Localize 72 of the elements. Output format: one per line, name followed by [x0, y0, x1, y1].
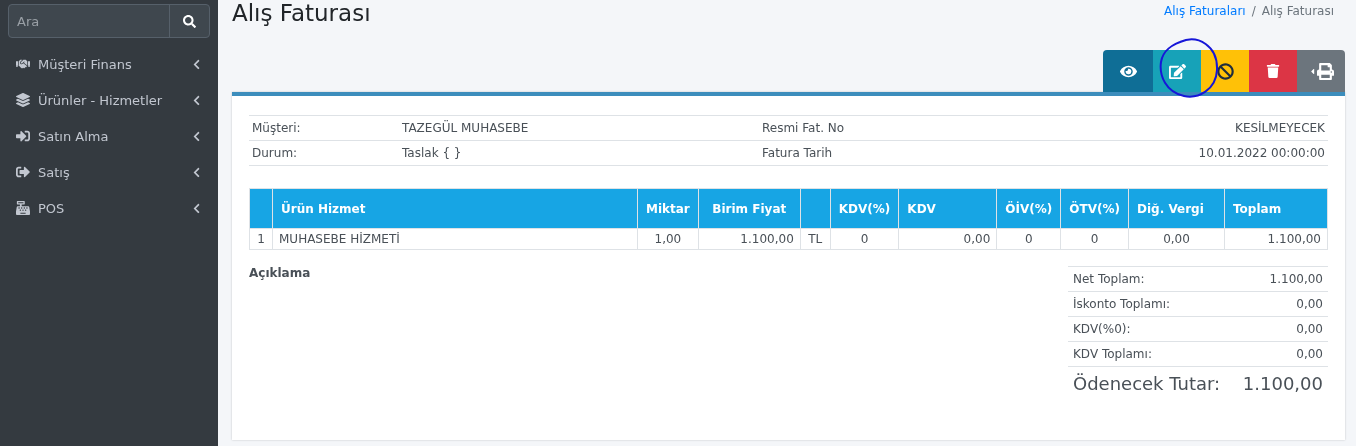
- info-label: Fatura Tarih: [759, 140, 987, 166]
- table-cell: 1,00: [637, 228, 699, 250]
- table-cell: TL: [800, 228, 831, 250]
- info-label: Durum:: [249, 140, 399, 166]
- nav-item[interactable]: Satın Alma: [8, 118, 210, 154]
- total-label: KDV Toplamı:: [1073, 347, 1152, 361]
- total-label: Net Toplam:: [1073, 272, 1145, 286]
- column-header: Ürün Hizmet: [272, 188, 638, 229]
- cancel-button[interactable]: [1201, 50, 1249, 92]
- info-value: KESİLMEYECEK: [986, 115, 1328, 141]
- total-value: 0,00: [1296, 347, 1323, 361]
- info-value: Taslak { }: [399, 140, 759, 166]
- caret-icon: [1308, 66, 1317, 76]
- table-cell: 0: [996, 228, 1061, 250]
- layers-icon: [16, 93, 30, 107]
- ban-icon: [1216, 62, 1234, 80]
- column-header: [249, 188, 273, 229]
- chevron-icon: [191, 130, 202, 142]
- column-header: [800, 188, 831, 229]
- column-header: ÖİV(%): [996, 188, 1061, 229]
- column-header: Miktar: [637, 188, 699, 229]
- table-cell: MUHASEBE HİZMETİ: [272, 228, 638, 250]
- nav-item[interactable]: Ürünler - Hizmetler: [8, 82, 210, 118]
- printer-icon: [1317, 62, 1334, 80]
- column-header: Diğ. Vergi: [1128, 188, 1225, 229]
- table-cell: 0,00: [898, 228, 997, 250]
- total-value: 0,00: [1296, 297, 1323, 311]
- delete-button[interactable]: [1249, 50, 1297, 92]
- view-button[interactable]: [1103, 50, 1153, 92]
- table-cell: 1: [249, 228, 273, 250]
- column-header: KDV(%): [830, 188, 899, 229]
- handshake-icon: [16, 57, 30, 71]
- column-header: KDV: [898, 188, 997, 229]
- column-header: Birim Fiyat: [698, 188, 801, 229]
- column-header: ÖTV(%): [1060, 188, 1129, 229]
- total-value: 1.100,00: [1269, 272, 1323, 286]
- sign-out-icon: [16, 165, 30, 179]
- search-field[interactable]: Ara: [9, 5, 169, 37]
- table-cell: 0,00: [1128, 228, 1225, 250]
- grand-total-label: Ödenecek Tutar:: [1073, 373, 1221, 394]
- total-label: İskonto Toplamı:: [1073, 297, 1171, 311]
- edit-button[interactable]: [1153, 50, 1201, 92]
- chevron-icon: [191, 94, 202, 106]
- table-cell: 0: [1060, 228, 1129, 250]
- nav-item[interactable]: Müşteri Finans: [8, 46, 210, 82]
- info-label: Resmi Fat. No: [759, 115, 987, 141]
- total-value: 0,00: [1296, 322, 1323, 336]
- chevron-icon: [191, 166, 202, 178]
- page-title: Alış Faturası: [232, 0, 371, 26]
- cash-register-icon: [16, 201, 30, 215]
- info-value: 10.01.2022 00:00:00: [986, 140, 1328, 166]
- search-box[interactable]: Ara: [8, 4, 210, 38]
- breadcrumb-separator: /: [1251, 4, 1256, 18]
- table-cell: 1.100,00: [698, 228, 801, 250]
- breadcrumb-current: Alış Faturası: [1261, 4, 1334, 18]
- breadcrumb-link[interactable]: Alış Faturaları: [1164, 4, 1246, 18]
- sign-in-icon: [16, 129, 30, 143]
- chevron-icon: [191, 202, 202, 214]
- grand-total-value: 1.100,00: [1242, 373, 1323, 394]
- chevron-icon: [191, 58, 202, 70]
- table-cell: 1.100,00: [1224, 228, 1328, 250]
- trash-icon: [1266, 64, 1280, 78]
- print-button[interactable]: [1297, 50, 1345, 92]
- info-label: Müşteri:: [249, 115, 399, 141]
- total-label: KDV(%0):: [1073, 322, 1131, 336]
- table-cell: 0: [830, 228, 899, 250]
- nav-item[interactable]: POS: [8, 190, 210, 226]
- description-label: Açıklama: [249, 266, 311, 282]
- column-header: Toplam: [1224, 188, 1328, 229]
- search-icon: [183, 14, 196, 28]
- nav-item[interactable]: Satış: [8, 154, 210, 190]
- info-value: TAZEGÜL MUHASEBE: [399, 115, 759, 141]
